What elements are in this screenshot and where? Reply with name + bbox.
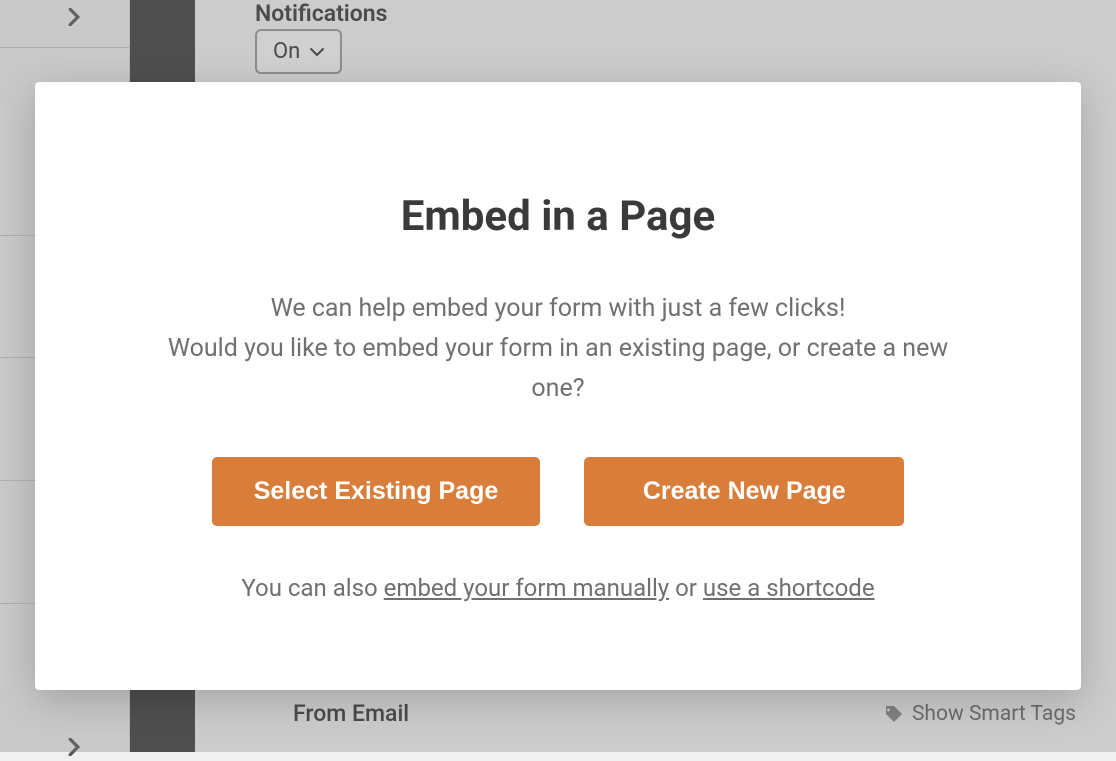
select-existing-page-button[interactable]: Select Existing Page <box>212 457 541 526</box>
create-new-page-button[interactable]: Create New Page <box>584 457 904 526</box>
use-shortcode-link[interactable]: use a shortcode <box>703 574 875 602</box>
embed-manually-link[interactable]: embed your form manually <box>384 574 669 602</box>
embed-modal: Embed in a Page We can help embed your f… <box>35 82 1081 690</box>
modal-button-row: Select Existing Page Create New Page <box>212 457 905 526</box>
modal-title: Embed in a Page <box>401 192 715 241</box>
modal-footer-text: You can also embed your form manually or… <box>241 574 874 602</box>
modal-description: We can help embed your form with just a … <box>158 289 958 409</box>
